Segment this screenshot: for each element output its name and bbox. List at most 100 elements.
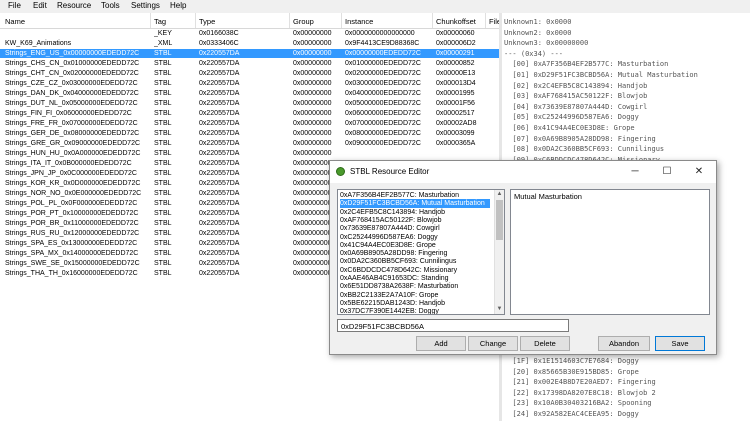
scroll-thumb[interactable] — [496, 200, 503, 240]
cell-name: Strings_GER_DE_0x08000000EDEDD72C — [5, 130, 140, 137]
cell-instance: 0x05000000EDEDD72C — [345, 100, 421, 107]
cell-chunk: 0x00000060 — [436, 30, 475, 37]
column-header-tag[interactable]: Tag — [154, 17, 166, 26]
cell-tag: STBL — [154, 180, 172, 187]
column-separator[interactable] — [432, 13, 433, 28]
stbl-editor-dialog: STBL Resource Editor ─ ☐ ✕ 0xA7F356B4EF2… — [329, 160, 717, 355]
delete-button[interactable]: Delete — [520, 336, 570, 351]
table-row[interactable]: Strings_FRE_FR_0x07000000EDEDD72C STBL 0x2… — [0, 119, 499, 128]
column-header-name[interactable]: Name — [5, 17, 25, 26]
table-row[interactable]: KW_K69_Animations _XML 0x0333406C 0x0000000… — [0, 39, 499, 48]
cell-name: Strings_POR_PT_0x10000000EDEDD72C — [5, 210, 139, 217]
close-icon[interactable]: ✕ — [685, 161, 713, 183]
cell-group: 0x00000000 — [293, 130, 332, 137]
app-icon — [336, 167, 345, 176]
list-item[interactable]: 0x37DC7F390E1442EB: Doggy — [340, 307, 490, 314]
cell-tag: STBL — [154, 140, 172, 147]
cell-tag: _KEY — [154, 30, 172, 37]
menu-settings[interactable]: Settings — [131, 1, 160, 10]
cell-instance: 0x9F4413CE9D88368C — [345, 40, 420, 47]
maximize-icon[interactable]: ☐ — [653, 161, 681, 183]
menu-edit[interactable]: Edit — [33, 1, 47, 10]
table-row[interactable]: Strings_HUN_HU_0x0A000000EDEDD72C STBL 0x2… — [0, 149, 499, 158]
string-list[interactable]: 0xA7F356B4EF2B577C: Masturbation 0xD29F51… — [337, 189, 505, 315]
cell-type: 0x220557DA — [199, 170, 240, 177]
column-header-group[interactable]: Group — [293, 17, 314, 26]
details-line: [23] 0x10A0B30403216BA2: Spooning — [504, 399, 652, 408]
cell-name: Strings_SPA_ES_0x13000000EDEDD72C — [5, 240, 138, 247]
details-line: [08] 0x0DA2C360BB5CF693: Cunnilingus — [504, 145, 665, 154]
scroll-down-icon[interactable]: ▼ — [495, 305, 504, 314]
column-separator[interactable] — [195, 13, 196, 28]
details-line: [01] 0xD29F51FC3BCBD56A: Mutual Masturba… — [504, 71, 698, 79]
cell-tag: STBL — [154, 190, 172, 197]
table-row[interactable]: Strings_DUT_NL_0x05000000EDEDD72C STBL 0x2… — [0, 99, 499, 108]
cell-name: Strings_THA_TH_0x16000000EDEDD72C — [5, 270, 138, 277]
table-row[interactable]: Strings_DAN_DK_0x04000000EDEDD72C STBL 0x2… — [0, 89, 499, 98]
table-row[interactable]: _KEY 0x0166038C 0x00000000 0x00000000000000… — [0, 29, 499, 38]
string-value-editor[interactable]: Mutual Masturbation — [510, 189, 710, 315]
cell-type: 0x220557DA — [199, 270, 240, 277]
column-header-instance[interactable]: Instance — [345, 17, 373, 26]
table-row[interactable]: Strings_CHS_CN_0x01000000EDEDD72C STBL 0x2… — [0, 59, 499, 68]
table-row[interactable]: Strings_GRE_GR_0x09000000EDEDD72C STBL 0x2… — [0, 139, 499, 148]
cell-instance: 0x01000000EDEDD72C — [345, 60, 421, 67]
table-row[interactable]: Strings_GER_DE_0x08000000EDEDD72C STBL 0x2… — [0, 129, 499, 138]
key-input[interactable]: 0xD29F51FC3BCBD56A — [337, 319, 569, 332]
column-header-chunkoffset[interactable]: Chunkoffset — [436, 17, 476, 26]
cell-instance: 0x06000000EDEDD72C — [345, 110, 421, 117]
cell-tag: STBL — [154, 200, 172, 207]
details-line: Unknown2: 0x0000 — [504, 28, 572, 37]
cell-type: 0x220557DA — [199, 200, 240, 207]
abandon-button[interactable]: Abandon — [598, 336, 650, 351]
details-line: --- (0x34) --- — [504, 49, 564, 58]
cell-type: 0x0166038C — [199, 30, 239, 37]
cell-type: 0x220557DA — [199, 150, 240, 157]
details-line: [00] 0xA7F356B4EF2B577C: Masturbation — [504, 60, 669, 69]
menu-help[interactable]: Help — [170, 1, 186, 10]
cell-tag: STBL — [154, 110, 172, 117]
cell-group: 0x00000000 — [293, 50, 332, 57]
cell-name: Strings_CHT_CN_0x02000000EDEDD72C — [5, 70, 139, 77]
column-header-type[interactable]: Type — [199, 17, 215, 26]
cell-group: 0x00000000 — [293, 60, 332, 67]
minimize-icon[interactable]: ─ — [621, 161, 649, 183]
cell-name: Strings_FIN_FI_0x06000000EDEDD72C — [5, 110, 132, 117]
add-button[interactable]: Add — [416, 336, 466, 351]
cell-tag: STBL — [154, 260, 172, 267]
cell-chunk: 0x00003099 — [436, 130, 475, 137]
column-separator[interactable] — [341, 13, 342, 28]
column-separator[interactable] — [485, 13, 486, 28]
dialog-titlebar[interactable]: STBL Resource Editor ─ ☐ ✕ — [330, 161, 716, 183]
cell-chunk: 0x000006D2 — [436, 40, 476, 47]
cell-chunk: 0x00000E13 — [436, 70, 476, 77]
cell-instance: 0x02000000EDEDD72C — [345, 70, 421, 77]
change-button[interactable]: Change — [468, 336, 518, 351]
scroll-up-icon[interactable]: ▲ — [495, 190, 504, 199]
details-line: Unknown3: 0x00000000 — [504, 39, 589, 48]
cell-type: 0x220557DA — [199, 180, 240, 187]
cell-type: 0x220557DA — [199, 120, 240, 127]
save-button[interactable]: Save — [655, 336, 705, 351]
cell-tag: STBL — [154, 170, 172, 177]
cell-chunk: 0x00000291 — [436, 50, 475, 57]
cell-group: 0x00000000 — [293, 30, 332, 37]
menu-tools[interactable]: Tools — [101, 1, 120, 10]
cell-tag: STBL — [154, 120, 172, 127]
list-scrollbar[interactable]: ▲ ▼ — [494, 190, 504, 314]
menu-resource[interactable]: Resource — [57, 1, 91, 10]
cell-type: 0x220557DA — [199, 190, 240, 197]
table-row[interactable]: Strings_CHT_CN_0x02000000EDEDD72C STBL 0x2… — [0, 69, 499, 78]
details-line: [06] 0x41C94A4EC0E3D8E: Grope — [504, 124, 635, 132]
cell-type: 0x220557DA — [199, 230, 240, 237]
column-separator[interactable] — [289, 13, 290, 28]
table-row[interactable]: Strings_ENG_US_0x00000000EDEDD72C STBL 0x2… — [0, 49, 499, 58]
column-separator[interactable] — [150, 13, 151, 28]
cell-tag: _XML — [154, 40, 173, 47]
cell-chunk: 0x0000365A — [436, 140, 476, 147]
menu-file[interactable]: File — [8, 1, 21, 10]
cell-tag: STBL — [154, 220, 172, 227]
table-row[interactable]: Strings_FIN_FI_0x06000000EDEDD72C STBL 0x2… — [0, 109, 499, 118]
table-row[interactable]: Strings_CZE_CZ_0x03000000EDEDD72C STBL 0x2… — [0, 79, 499, 88]
cell-type: 0x220557DA — [199, 130, 240, 137]
